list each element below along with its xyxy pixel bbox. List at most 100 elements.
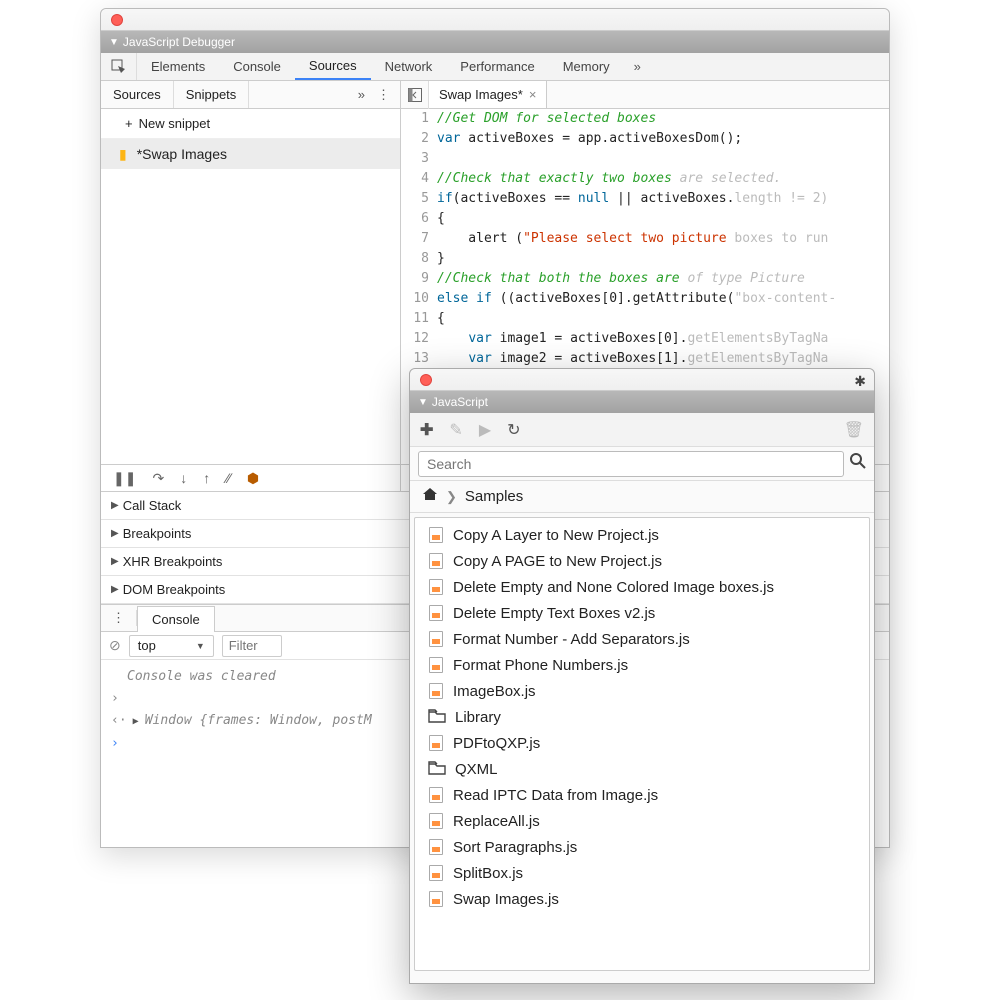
list-item[interactable]: ImageBox.js <box>415 678 869 704</box>
more-subtabs-icon[interactable]: » <box>358 87 365 102</box>
code-line: 5if(activeBoxes == null || activeBoxes.l… <box>401 189 889 209</box>
list-item[interactable]: Format Phone Numbers.js <box>415 652 869 678</box>
list-item[interactable]: QXML <box>415 756 869 782</box>
list-item[interactable]: PDFtoQXP.js <box>415 730 869 756</box>
jspanel-titlebar: ▼ JavaScript <box>410 391 874 413</box>
item-label: Format Number - Add Separators.js <box>453 631 690 648</box>
expand-triangle-icon[interactable]: ▶ <box>133 711 139 733</box>
inspect-element-icon[interactable] <box>101 53 137 80</box>
code-line: 7 alert ("Please select two picture boxe… <box>401 229 889 249</box>
file-tab-swap-images[interactable]: Swap Images* × <box>429 81 547 108</box>
line-number[interactable]: 8 <box>401 249 437 269</box>
kebab-menu-icon[interactable]: ⋮ <box>377 87 390 103</box>
line-number[interactable]: 1 <box>401 109 437 129</box>
list-item[interactable]: ReplaceAll.js <box>415 808 869 834</box>
disclosure-triangle-icon: ▶ <box>111 584 119 595</box>
code-line: 6{ <box>401 209 889 229</box>
file-list[interactable]: Copy A Layer to New Project.js Copy A PAG… <box>414 517 870 971</box>
list-item[interactable]: Copy A PAGE to New Project.js <box>415 548 869 574</box>
line-number[interactable]: 6 <box>401 209 437 229</box>
breadcrumb: ❯ Samples <box>410 481 874 513</box>
list-item[interactable]: Copy A Layer to New Project.js <box>415 522 869 548</box>
code-line: 10else if ((activeBoxes[0].getAttribute(… <box>401 289 889 309</box>
deactivate-breakpoints-icon[interactable]: ⁄∕ <box>226 470 231 486</box>
tab-performance[interactable]: Performance <box>446 53 548 80</box>
code-line: 3 <box>401 149 889 169</box>
list-item[interactable]: Library <box>415 704 869 730</box>
code-line: 8} <box>401 249 889 269</box>
close-window-button[interactable] <box>420 374 432 386</box>
console-context-select[interactable]: top ▼ <box>129 635 214 657</box>
home-icon[interactable] <box>422 487 438 506</box>
line-number[interactable]: 11 <box>401 309 437 329</box>
more-tabs-icon[interactable]: » <box>624 53 651 80</box>
show-navigator-icon[interactable] <box>401 81 429 109</box>
line-number[interactable]: 13 <box>401 349 437 369</box>
list-item[interactable]: Swap Images.js <box>415 886 869 912</box>
code-line: 4//Check that exactly two boxes are sele… <box>401 169 889 189</box>
disclosure-triangle-icon: ▶ <box>111 528 119 539</box>
result-icon: ‹· <box>111 710 127 732</box>
snippet-list-item[interactable]: ▮ *Swap Images <box>101 139 400 169</box>
clear-console-icon[interactable]: ⊘ <box>109 637 121 654</box>
tab-network[interactable]: Network <box>371 53 447 80</box>
line-number[interactable]: 5 <box>401 189 437 209</box>
step-over-icon[interactable]: ↷ <box>152 470 164 487</box>
line-number[interactable]: 12 <box>401 329 437 349</box>
tab-console[interactable]: Console <box>219 53 295 80</box>
disclosure-triangle-icon[interactable]: ▼ <box>418 397 428 408</box>
folder-icon <box>429 761 445 777</box>
step-into-icon[interactable]: ↓ <box>180 470 187 486</box>
list-item[interactable]: Sort Paragraphs.js <box>415 834 869 860</box>
new-snippet-button[interactable]: + New snippet <box>101 109 400 139</box>
trash-icon[interactable]: 🗑 <box>844 420 864 440</box>
sources-subrow: Sources Snippets » ⋮ Swap Images* × <box>101 81 889 109</box>
item-label: ReplaceAll.js <box>453 813 540 830</box>
tab-sources[interactable]: Sources <box>295 53 371 80</box>
pause-icon[interactable]: ❚❚ <box>113 470 136 487</box>
snippet-name: *Swap Images <box>137 146 227 162</box>
dropdown-caret-icon: ▼ <box>196 641 205 651</box>
tab-sources-nav[interactable]: Sources <box>101 81 174 108</box>
debugger-titlebar: ▼ JavaScript Debugger <box>101 31 889 53</box>
close-window-button[interactable] <box>111 14 123 26</box>
plus-icon: + <box>125 116 133 131</box>
list-item[interactable]: Format Number - Add Separators.js <box>415 626 869 652</box>
breadcrumb-folder[interactable]: Samples <box>465 488 523 505</box>
jspanel-title: JavaScript <box>432 395 488 409</box>
reload-icon[interactable]: ↻ <box>507 420 520 440</box>
pause-on-exceptions-icon[interactable]: ⬢ <box>247 470 259 487</box>
tab-elements[interactable]: Elements <box>137 53 219 80</box>
edit-icon[interactable]: ✎ <box>449 420 462 440</box>
disclosure-triangle-icon: ▶ <box>111 556 119 567</box>
item-label: Copy A Layer to New Project.js <box>453 527 659 544</box>
code-line: 2var activeBoxes = app.activeBoxesDom(); <box>401 129 889 149</box>
list-item[interactable]: Delete Empty and None Colored Image boxe… <box>415 574 869 600</box>
step-out-icon[interactable]: ↑ <box>203 470 210 486</box>
item-label: Delete Empty Text Boxes v2.js <box>453 605 655 622</box>
line-number[interactable]: 9 <box>401 269 437 289</box>
line-number[interactable]: 7 <box>401 229 437 249</box>
list-item[interactable]: Delete Empty Text Boxes v2.js <box>415 600 869 626</box>
list-item[interactable]: SplitBox.js <box>415 860 869 886</box>
gear-icon[interactable]: ✱ <box>854 373 866 390</box>
line-number[interactable]: 4 <box>401 169 437 189</box>
search-icon[interactable] <box>850 453 866 474</box>
line-number[interactable]: 10 <box>401 289 437 309</box>
close-tab-icon[interactable]: × <box>529 87 537 102</box>
search-row <box>410 447 874 481</box>
jsfile-icon <box>429 631 443 647</box>
search-input[interactable] <box>418 451 844 477</box>
javascript-panel-window: ✱ ▼ JavaScript ✚ ✎ ▶ ↻ 🗑 ❯ Samples Copy … <box>409 368 875 984</box>
drawer-menu-icon[interactable]: ⋮ <box>101 610 137 626</box>
add-icon[interactable]: ✚ <box>420 420 433 440</box>
tab-snippets[interactable]: Snippets <box>174 81 250 108</box>
console-drawer-tab[interactable]: Console <box>137 606 215 632</box>
disclosure-triangle-icon[interactable]: ▼ <box>109 37 119 48</box>
play-icon[interactable]: ▶ <box>479 420 491 440</box>
line-number[interactable]: 2 <box>401 129 437 149</box>
tab-memory[interactable]: Memory <box>549 53 624 80</box>
console-filter-input[interactable] <box>222 635 282 657</box>
line-number[interactable]: 3 <box>401 149 437 169</box>
list-item[interactable]: Read IPTC Data from Image.js <box>415 782 869 808</box>
